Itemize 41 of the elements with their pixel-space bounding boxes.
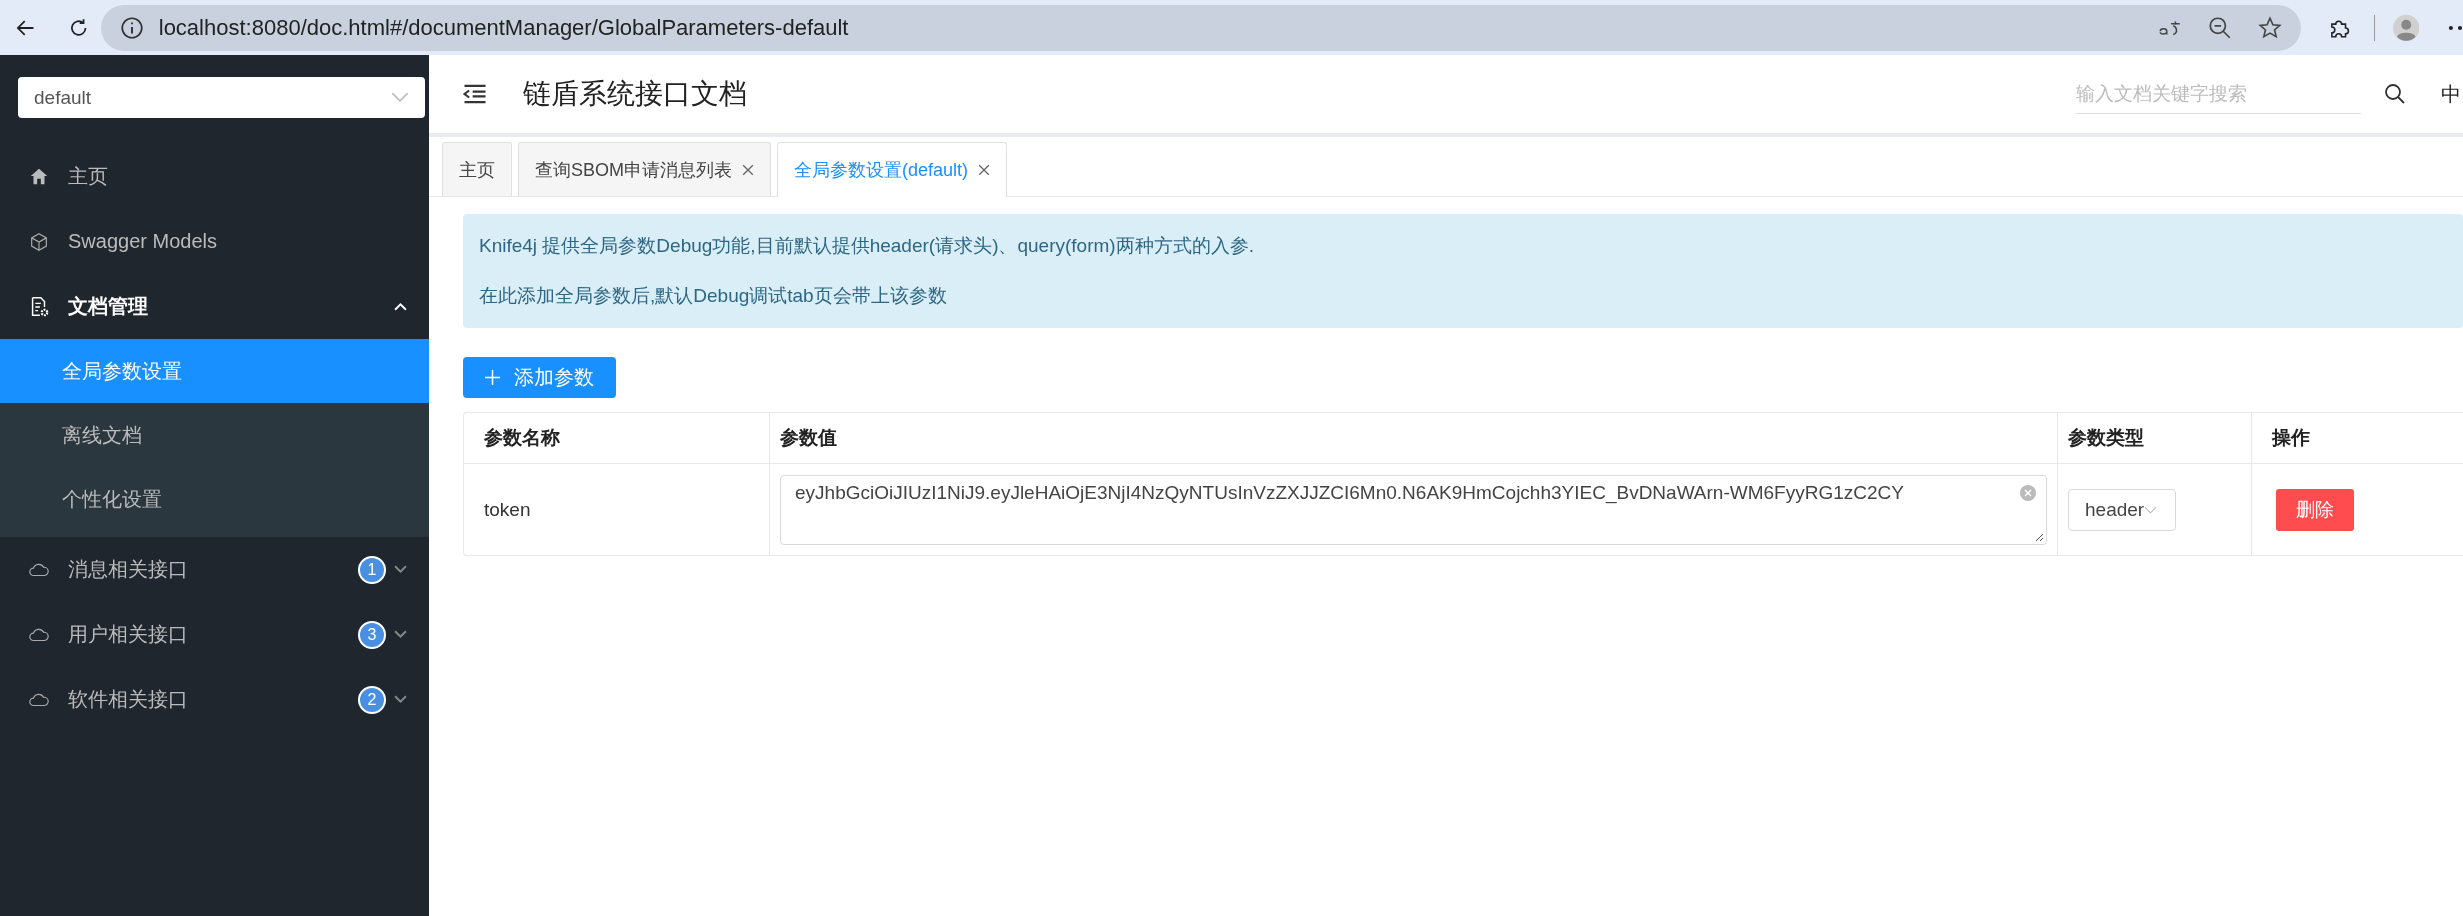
zoom-out-icon[interactable] — [2206, 14, 2233, 41]
alert-text: 在此添加全局参数后,默认Debug调试tab页会带上该参数 — [479, 284, 948, 308]
address-bar[interactable]: localhost:8080/doc.html#/documentManager/GlobalParameters-default — [100, 4, 2301, 51]
close-icon[interactable] — [978, 164, 991, 176]
submenu-item[interactable]: 离线文档 — [0, 403, 429, 467]
menu-item[interactable]: Swagger Models — [0, 209, 429, 274]
column-header: 操作 — [2251, 413, 2463, 463]
chevron-up-icon — [394, 302, 407, 311]
group-select[interactable]: default — [18, 77, 425, 118]
plus-icon — [485, 370, 500, 385]
menu-item[interactable]: 主页 — [0, 144, 429, 209]
chevron-down-icon — [394, 630, 407, 639]
cube-icon — [28, 230, 50, 253]
menu-item[interactable]: 用户相关接口 3 — [0, 602, 429, 667]
language-text[interactable]: 中 — [2441, 80, 2461, 108]
chevron-down-icon — [2144, 505, 2158, 514]
input-field[interactable]: eyJhbGciOiJIUzI1NiJ9.eyJleHAiOjE3NjI4NzQyNTUsInVzZXJJZCI6Mn0.N6AK9HmCojchh3YIEC_BvDNaWArn-WM6FyyRG1zC2CY — [780, 474, 2047, 545]
alert-text: Knife4j 提供全局参数Debug功能,目前默认提供header(请求头)、query(form)两种方式的入参. — [479, 234, 1255, 258]
tab[interactable]: 主页 — [442, 142, 512, 196]
submenu-item[interactable]: 个性化设置 — [0, 467, 429, 531]
column-header: 参数类型 — [2057, 413, 2251, 463]
menu-item[interactable]: 软件相关接口 2 — [0, 667, 429, 732]
star-icon[interactable] — [2256, 14, 2283, 41]
table-cell-text: token — [483, 497, 532, 522]
tab[interactable]: 查询SBOM申请消息列表 — [518, 142, 771, 196]
chevron-down-icon — [391, 92, 409, 103]
close-icon[interactable] — [742, 163, 754, 176]
type-select[interactable]: header — [2068, 488, 2176, 531]
count-badge: 1 — [358, 555, 386, 584]
menu-item[interactable]: 消息相关接口 1 — [0, 537, 429, 602]
menu-item[interactable]: 文档管理 — [0, 274, 429, 339]
search-icon[interactable] — [2383, 82, 2407, 106]
resize-grip-icon[interactable] — [2034, 531, 2044, 542]
chevron-down-icon — [394, 695, 407, 704]
chevron-down-icon — [394, 565, 407, 574]
count-badge: 2 — [358, 685, 386, 714]
count-badge: 3 — [358, 620, 386, 649]
info-icon[interactable] — [118, 14, 145, 41]
column-header: 参数值 — [769, 413, 2057, 463]
column-header: 参数名称 — [483, 426, 561, 450]
page-title: 链盾系统接口文档 — [523, 77, 747, 111]
